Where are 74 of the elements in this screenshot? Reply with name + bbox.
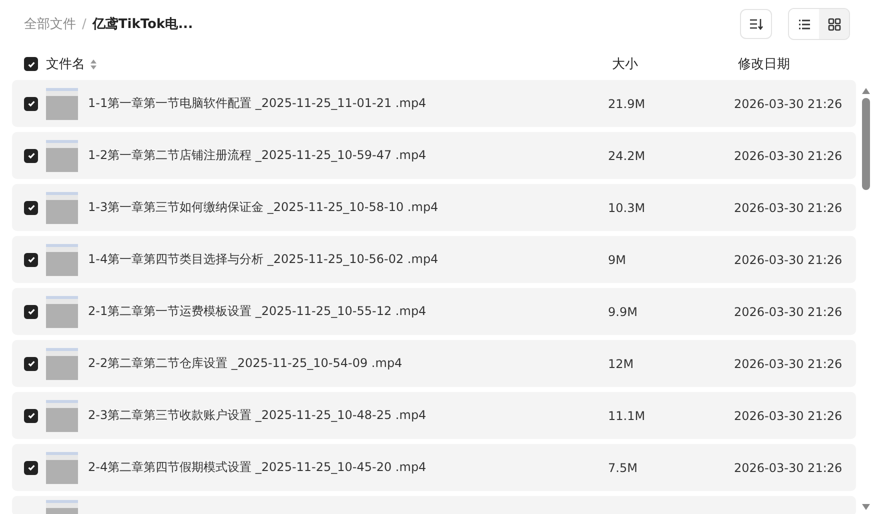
file-name: 2-3第二章第三节收款账户设置 _2025-11-25_10-48-25 .mp4 xyxy=(88,407,428,424)
checkbox[interactable] xyxy=(24,408,38,422)
column-header[interactable]: 文件名 xyxy=(46,55,85,73)
sort-icon xyxy=(749,18,763,30)
check-icon xyxy=(26,203,36,212)
video-thumbnail xyxy=(46,140,78,172)
column-header[interactable]: 大小 xyxy=(612,55,738,73)
video-thumbnail xyxy=(46,88,78,120)
file-name: 2-2第二章第二节仓库设置 _2025-11-25_10-54-09 .mp4 xyxy=(88,355,404,372)
file-name: 1-2第一章第二节店铺注册流程 _2025-11-25_10-59-47 .mp4 xyxy=(88,147,428,164)
file-name: 1-1第一章第一节电脑软件配置 _2025-11-25_11-01-21 .mp4 xyxy=(88,95,428,112)
grid-icon xyxy=(828,18,840,30)
modified-date: 2026-03-30 21:26 xyxy=(734,356,844,370)
modified-date: 2026-03-30 21:26 xyxy=(734,96,844,110)
modified-date: 2026-03-30 21:26 xyxy=(734,460,844,474)
file-row[interactable]: 1-2第一章第二节店铺注册流程 _2025-11-25_10-59-47 .mp4 24.2M 2026-03-30 21:26 xyxy=(12,132,856,179)
modified-date: 2026-03-30 21:26 xyxy=(734,408,844,422)
check-icon xyxy=(26,307,36,316)
file-size: 11.1M xyxy=(608,408,646,422)
file-size: 21.9M xyxy=(608,96,646,110)
modified-date: 2026-03-30 21:26 xyxy=(734,200,844,214)
grid-view-button[interactable] xyxy=(819,9,849,39)
column-header[interactable]: 修改日期 xyxy=(738,55,874,73)
scrollbar-thumb[interactable] xyxy=(862,98,870,190)
scroll-down-icon[interactable] xyxy=(862,504,870,510)
checkbox[interactable] xyxy=(24,148,38,162)
file-name: 1-4第一章第四节类目选择与分析 _2025-11-25_10-56-02 .mp4 xyxy=(88,251,440,268)
modified-date: 2026-03-30 21:26 xyxy=(734,252,844,266)
modified-date: 2026-03-30 21:26 xyxy=(734,148,844,162)
check-icon xyxy=(26,99,36,108)
checkbox[interactable] xyxy=(24,356,38,370)
file-row[interactable]: 2-4第二章第四节假期模式设置 _2025-11-25_10-45-20 .mp4 7.5M 2026-03-30 21:26 xyxy=(12,444,856,491)
breadcrumb-separator: / xyxy=(82,16,86,32)
check-icon xyxy=(26,359,36,368)
file-row[interactable]: 1-4第一章第四节类目选择与分析 _2025-11-25_10-56-02 .mp4 9M 2026-03-30 21:26 xyxy=(12,236,856,283)
list-icon xyxy=(798,18,810,30)
file-row[interactable]: 2-1第二章第一节运费模板设置 _2025-11-25_10-55-12 .mp4 9.9M 2026-03-30 21:26 xyxy=(12,288,856,335)
video-thumbnail xyxy=(46,348,78,380)
video-thumbnail xyxy=(46,244,78,276)
file-size: 9.9M xyxy=(608,304,638,318)
video-thumbnail xyxy=(46,192,78,224)
checkbox[interactable] xyxy=(24,57,38,71)
check-icon xyxy=(26,255,36,264)
file-name: 1-3第一章第三节如何缴纳保证金 _2025-11-25_10-58-10 .mp4 xyxy=(88,199,440,216)
file-row[interactable]: 1-1第一章第一节电脑软件配置 _2025-11-25_11-01-21 .mp4 21.9M 2026-03-30 21:26 xyxy=(12,80,856,127)
video-thumbnail xyxy=(46,400,78,432)
checkbox[interactable] xyxy=(24,96,38,110)
file-name: 2-4第二章第四节假期模式设置 _2025-11-25_10-45-20 .mp4 xyxy=(88,459,428,476)
file-row[interactable]: 2-2第二章第二节仓库设置 _2025-11-25_10-54-09 .mp4 12M 2026-03-30 21:26 xyxy=(12,340,856,387)
file-size: 9M xyxy=(608,252,627,266)
file-row[interactable]: 2-3第二章第三节收款账户设置 _2025-11-25_10-48-25 .mp4 11.1M 2026-03-30 21:26 xyxy=(12,392,856,439)
file-size: 24.2M xyxy=(608,148,646,162)
checkbox[interactable] xyxy=(24,200,38,214)
check-icon xyxy=(26,411,36,420)
video-thumbnail xyxy=(46,296,78,328)
check-icon xyxy=(26,463,36,472)
sort-button[interactable] xyxy=(740,9,772,39)
breadcrumb-item[interactable]: 亿鸢TikTok电... xyxy=(92,15,193,33)
file-size: 10.3M xyxy=(608,200,646,214)
breadcrumb-item[interactable]: 全部文件 xyxy=(24,15,76,33)
checkbox[interactable] xyxy=(24,252,38,266)
sort-icon[interactable] xyxy=(90,58,97,70)
checkbox[interactable] xyxy=(24,304,38,318)
file-row[interactable]: 1-3第一章第三节如何缴纳保证金 _2025-11-25_10-58-10 .mp4 10.3M 2026-03-30 21:26 xyxy=(12,184,856,231)
check-icon xyxy=(26,151,36,160)
file-size: 12M xyxy=(608,356,635,370)
check-icon xyxy=(26,60,36,68)
checkbox[interactable] xyxy=(24,460,38,474)
scroll-up-icon[interactable] xyxy=(862,88,870,94)
modified-date: 2026-03-30 21:26 xyxy=(734,304,844,318)
video-thumbnail xyxy=(46,452,78,484)
file-size: 7.5M xyxy=(608,460,638,474)
video-thumbnail xyxy=(46,500,78,514)
file-name: 2-1第二章第一节运费模板设置 _2025-11-25_10-55-12 .mp4 xyxy=(88,303,428,320)
